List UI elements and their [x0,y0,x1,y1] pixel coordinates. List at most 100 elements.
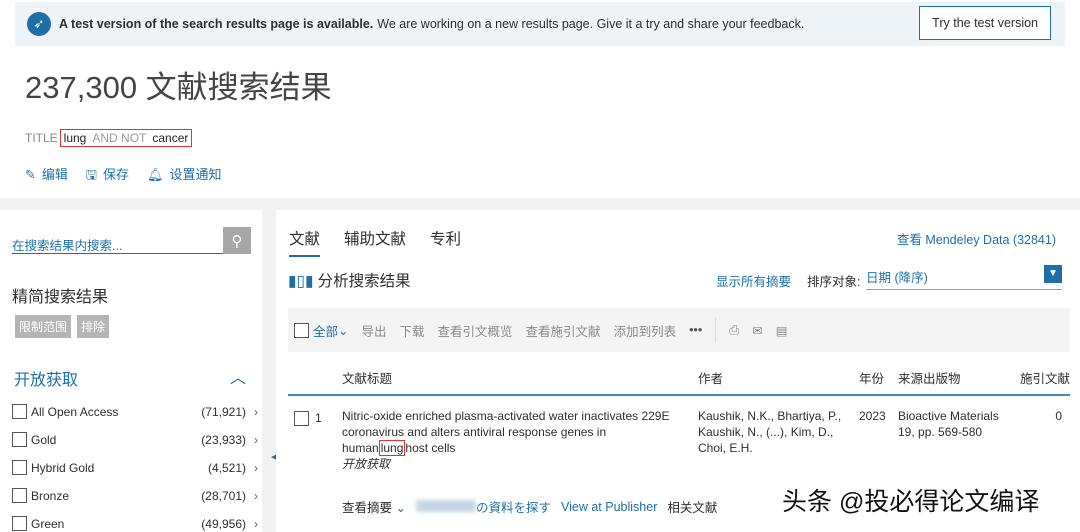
search-button[interactable]: ⚲ [223,227,251,254]
search-icon: ⚲ [231,232,243,250]
facet-label: Gold [31,432,57,447]
facet-item[interactable]: Green (49,956) › [12,516,258,531]
edit-label: 编辑 [41,167,68,182]
chevron-right-icon[interactable]: › [254,405,258,419]
analyze-results-link[interactable]: ▮▯▮ 分析搜索结果 [288,269,411,291]
chevron-right-icon[interactable]: › [254,517,258,531]
facet-label: Hybrid Gold [31,460,95,475]
select-all-label: 全部 [313,324,339,339]
column-cited-by[interactable]: 施引文献 [1020,368,1070,387]
show-all-abstracts-link[interactable]: 显示所有摘要 [716,271,791,290]
facet-item[interactable]: Bronze (28,701) › [12,488,258,503]
save-button[interactable]: 🖫 保存 [86,164,129,188]
export-button[interactable]: 导出 [362,321,387,340]
save-icon: 🖫 [85,167,97,182]
page-header: ➶ A test version of the search results p… [0,0,1080,198]
page-title: 237,300 文献搜索结果 [25,70,332,105]
sort-select[interactable]: 日期 (降序) ▼ [866,265,1062,290]
open-access-heading[interactable]: 开放获取 [14,366,78,390]
sort-value: 日期 (降序) [866,271,928,285]
checkbox[interactable] [12,488,27,503]
try-test-version-button[interactable]: Try the test version [919,6,1051,40]
query-operator: AND NOT [92,131,147,145]
mendeley-data-link[interactable]: 查看 Mendeley Data (32841) [897,229,1056,248]
find-label: の資料を探す [475,501,551,515]
bibliography-icon[interactable]: ▤ [776,323,788,338]
facet-count: (71,921) [201,404,246,419]
cited-by-button[interactable]: 查看施引文献 [526,321,601,340]
result-links: 查看摘要 ⌄ の資料を探す View at Publisher 相关文献 [342,497,717,516]
facet-count: (23,933) [201,432,246,447]
watermark: 头条 @投必得论文编译 [782,488,1040,516]
query-highlight-box: lung AND NOT cancer [59,129,193,147]
column-title[interactable]: 文献标题 [342,368,392,387]
facet-item[interactable]: Hybrid Gold (4,521) › [12,460,258,475]
checkbox[interactable] [294,322,309,338]
query-actions: ✎ 编辑 🖫 保存 🔔︎ 设置通知 [25,164,222,188]
facet-count: (28,701) [201,488,246,503]
result-authors[interactable]: Kaushik, N.K., Bhartiya, P., Kaushik, N.… [698,408,858,456]
result-source[interactable]: Bioactive Materials 19, pp. 569-580 [898,408,1018,440]
related-documents-link[interactable]: 相关文献 [667,497,717,516]
alert-label: 设置通知 [169,167,222,182]
checkbox[interactable] [294,411,309,426]
table-header: 文献标题 作者 年份 来源出版物 施引文献 [288,356,1070,396]
checkbox[interactable] [12,516,27,531]
view-abstract-button[interactable]: 查看摘要 ⌄ [342,497,406,516]
title-text: host cells [405,441,456,455]
view-abstract-label: 查看摘要 [342,501,393,515]
search-within-input[interactable]: 在搜索结果内搜索... [12,228,224,254]
facet-label: All Open Access [31,404,119,419]
save-label: 保存 [103,167,130,182]
tab-documents[interactable]: 文献 [289,227,321,257]
set-alert-button[interactable]: 🔔︎ 设置通知 [147,164,222,188]
facet-count: (49,956) [201,516,246,531]
chevron-right-icon[interactable]: › [254,489,258,503]
citation-overview-button[interactable]: 查看引文概览 [438,321,513,340]
column-source[interactable]: 来源出版物 [898,368,961,387]
analyze-label: 分析搜索结果 [317,273,411,290]
view-at-publisher-link[interactable]: View at Publisher [561,500,657,514]
sort-label: 排序对象: [807,275,861,289]
banner-bold-text: A test version of the search results pag… [59,17,374,31]
facet-item[interactable]: Gold (23,933) › [12,432,258,447]
select-all[interactable]: 全部 ⌄ [294,321,349,340]
checkbox[interactable] [12,460,27,475]
column-authors[interactable]: 作者 [698,368,723,387]
download-button[interactable]: 下载 [400,321,425,340]
add-to-list-button[interactable]: 添加到列表 [614,321,677,340]
column-year[interactable]: 年份 [859,368,884,387]
title-highlight: lung [378,440,406,456]
edit-button[interactable]: ✎ 编辑 [25,164,68,188]
facet-label: Bronze [31,488,70,503]
checkbox[interactable] [12,404,27,419]
result-number: 1 [315,411,322,425]
chevron-up-icon[interactable]: ︿ [230,364,246,388]
result-title[interactable]: Nitric-oxide enriched plasma-activated w… [342,408,692,472]
rocket-icon: ➶ [27,12,51,36]
test-version-banner: ➶ A test version of the search results p… [15,2,1065,46]
blurred-text [415,500,476,512]
limit-to-button[interactable]: 限制范围 [15,315,72,338]
chevron-right-icon[interactable]: › [254,433,258,447]
print-icon[interactable]: ⎙ [729,323,739,338]
open-access-label: 开放获取 [342,457,391,471]
query-term: cancer [152,131,189,145]
refine-title: 精简搜索结果 [12,289,109,306]
chevron-down-icon: ▼ [1044,265,1062,283]
facet-label: Green [31,516,65,531]
more-button[interactable]: ••• [689,323,702,337]
tab-patents[interactable]: 专利 [430,227,461,257]
pencil-icon: ✎ [25,167,36,182]
bell-icon: 🔔︎ [147,167,164,182]
email-icon[interactable]: ✉ [752,323,762,338]
find-resource-link[interactable]: の資料を探す [415,497,551,516]
tab-secondary-documents[interactable]: 辅助文献 [344,227,406,257]
chevron-right-icon[interactable]: › [254,461,258,475]
facet-item[interactable]: All Open Access (71,921) › [12,404,258,419]
result-year: 2023 [859,409,886,423]
exclude-button[interactable]: 排除 [77,315,110,338]
checkbox[interactable] [12,432,27,447]
query-term: lung [63,131,87,145]
query-field: TITLE [25,131,58,145]
